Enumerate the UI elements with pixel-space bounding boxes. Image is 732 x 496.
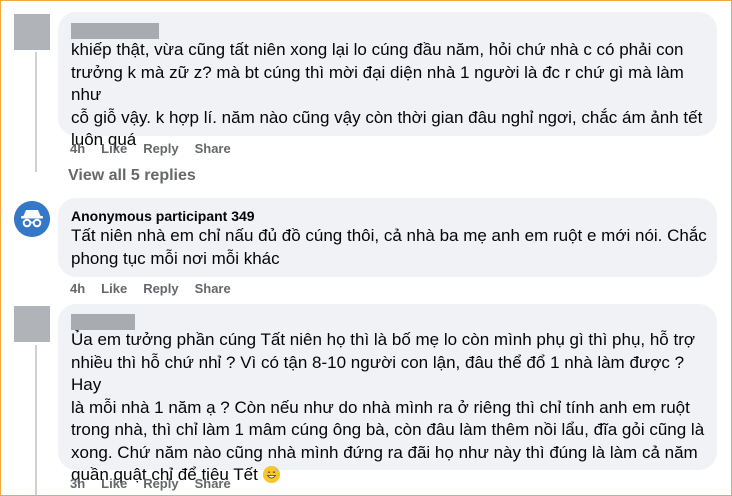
comment-actions: 4h Like Reply Share	[70, 281, 231, 296]
comment-timestamp[interactable]: 4h	[70, 281, 85, 296]
like-button[interactable]: Like	[101, 281, 127, 296]
comment-text: khiếp thật, vừa cũng tất niên xong lại l…	[71, 40, 703, 149]
comment-actions: 3h Like Reply Share	[70, 476, 231, 491]
comment-actions: 4h Like Reply Share	[70, 141, 231, 156]
thread-line	[35, 52, 37, 172]
reply-button[interactable]: Reply	[143, 141, 178, 156]
share-button[interactable]: Share	[195, 281, 231, 296]
like-button[interactable]: Like	[101, 141, 127, 156]
reply-button[interactable]: Reply	[143, 476, 178, 491]
grinning-sweat-emoji-icon	[262, 466, 280, 483]
reply-button[interactable]: Reply	[143, 281, 178, 296]
redacted-author-name[interactable]	[71, 23, 159, 39]
thread-line	[35, 345, 37, 495]
redacted-author-name[interactable]	[71, 314, 135, 330]
anonymous-incognito-icon	[14, 201, 50, 237]
share-button[interactable]: Share	[195, 476, 231, 491]
share-button[interactable]: Share	[195, 141, 231, 156]
comment-author-name[interactable]: Anonymous participant 349	[71, 208, 255, 224]
anonymous-avatar[interactable]	[14, 201, 50, 237]
comment-timestamp[interactable]: 3h	[70, 476, 85, 491]
comment-timestamp[interactable]: 4h	[70, 141, 85, 156]
like-button[interactable]: Like	[101, 476, 127, 491]
avatar[interactable]	[14, 14, 50, 50]
avatar[interactable]	[14, 306, 50, 342]
comment-text: Tất niên nhà em chỉ nấu đủ đồ cúng thôi,…	[71, 226, 707, 268]
comment-text: Ủa em tưởng phần cúng Tất niên họ thì là…	[71, 329, 715, 487]
view-all-replies-link[interactable]: View all 5 replies	[68, 167, 196, 185]
comment-text-body: Ủa em tưởng phần cúng Tất niên họ thì là…	[71, 330, 705, 484]
